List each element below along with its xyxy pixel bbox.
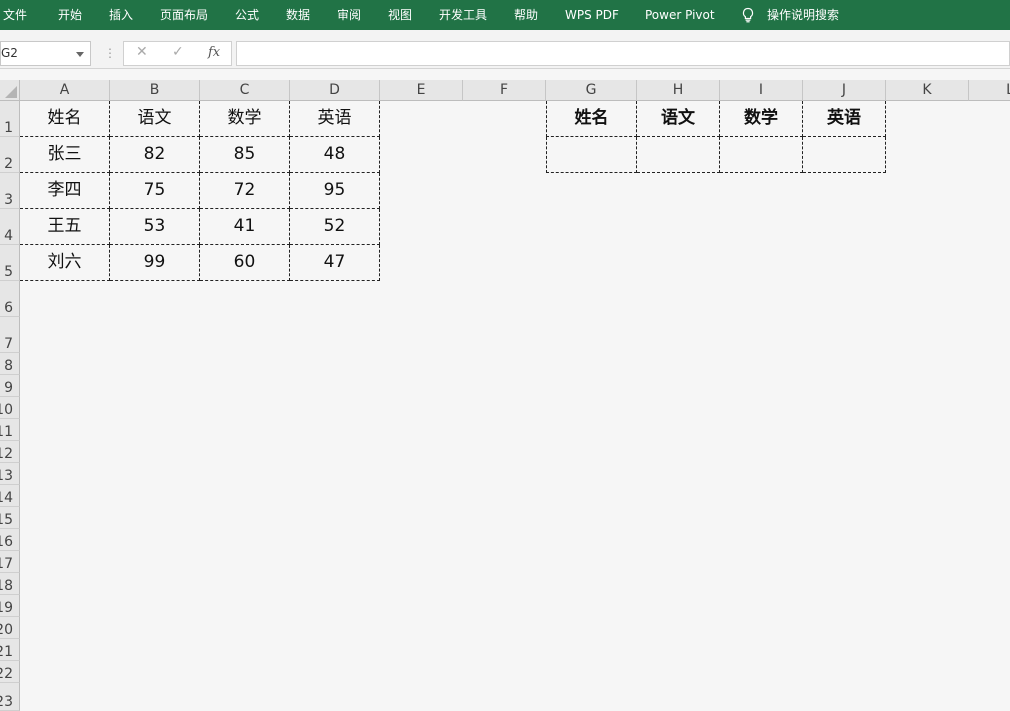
tab-home[interactable]: 开始 — [58, 0, 82, 30]
cell-c3[interactable]: 72 — [200, 173, 290, 209]
cell-g1[interactable]: 姓名 — [546, 101, 637, 137]
tab-wps-pdf[interactable]: WPS PDF — [565, 0, 619, 30]
row-header-8[interactable]: 8 — [0, 353, 20, 375]
cell-h1[interactable]: 语文 — [637, 101, 720, 137]
column-header-d[interactable]: D — [290, 80, 380, 101]
cell-j2[interactable] — [803, 137, 886, 173]
cell-a3[interactable]: 李四 — [20, 173, 110, 209]
cell-a4[interactable]: 王五 — [20, 209, 110, 245]
row-header-3[interactable]: 3 — [0, 173, 20, 209]
cell-h2[interactable] — [637, 137, 720, 173]
row-header-4[interactable]: 4 — [0, 209, 20, 245]
tab-insert[interactable]: 插入 — [109, 0, 133, 30]
tab-page-layout[interactable]: 页面布局 — [160, 0, 208, 30]
cell-i1[interactable]: 数学 — [720, 101, 803, 137]
row-header-11[interactable]: 11 — [0, 419, 20, 441]
cell-a1[interactable]: 姓名 — [20, 101, 110, 137]
column-header-i[interactable]: I — [720, 80, 803, 101]
cell-c4[interactable]: 41 — [200, 209, 290, 245]
row-header-17[interactable]: 17 — [0, 551, 20, 573]
column-header-h[interactable]: H — [637, 80, 720, 101]
row-header-23[interactable]: 23 — [0, 683, 20, 711]
row-header-7[interactable]: 7 — [0, 317, 20, 353]
cell-d1[interactable]: 英语 — [290, 101, 380, 137]
tab-formulas[interactable]: 公式 — [235, 0, 259, 30]
cell-b1[interactable]: 语文 — [110, 101, 200, 137]
cell-b5[interactable]: 99 — [110, 245, 200, 281]
row-header-6[interactable]: 6 — [0, 281, 20, 317]
formula-bar: G2 ⋮ ✕ ✓ fx — [0, 40, 1010, 69]
cell-d2[interactable]: 48 — [290, 137, 380, 173]
column-header-l[interactable]: L — [969, 80, 1010, 101]
tab-data[interactable]: 数据 — [286, 0, 310, 30]
row-header-5[interactable]: 5 — [0, 245, 20, 281]
tab-file[interactable]: 文件 — [3, 0, 27, 30]
cell-a5[interactable]: 刘六 — [20, 245, 110, 281]
name-box-value: G2 — [1, 46, 18, 60]
cell-d5[interactable]: 47 — [290, 245, 380, 281]
cancel-icon[interactable]: ✕ — [136, 44, 148, 60]
cell-c5[interactable]: 60 — [200, 245, 290, 281]
column-header-a[interactable]: A — [20, 80, 110, 101]
select-all-triangle-icon — [5, 86, 17, 98]
tab-help[interactable]: 帮助 — [514, 0, 538, 30]
cell-c1[interactable]: 数学 — [200, 101, 290, 137]
row-header-9[interactable]: 9 — [0, 375, 20, 397]
column-header-f[interactable]: F — [463, 80, 546, 101]
tab-power-pivot[interactable]: Power Pivot — [645, 0, 715, 30]
row-header-2[interactable]: 2 — [0, 137, 20, 173]
column-header-b[interactable]: B — [110, 80, 200, 101]
cell-b2[interactable]: 82 — [110, 137, 200, 173]
drag-handle-icon[interactable]: ⋮ — [104, 46, 116, 60]
row-header-10[interactable]: 10 — [0, 397, 20, 419]
column-header-j[interactable]: J — [803, 80, 886, 101]
enter-check-icon[interactable]: ✓ — [172, 44, 184, 60]
ribbon-collapsed-area — [0, 30, 1010, 40]
cell-b3[interactable]: 75 — [110, 173, 200, 209]
row-header-14[interactable]: 14 — [0, 485, 20, 507]
cell-d4[interactable]: 52 — [290, 209, 380, 245]
tell-me-search[interactable]: 操作说明搜索 — [767, 0, 839, 30]
row-header-13[interactable]: 13 — [0, 463, 20, 485]
row-header-15[interactable]: 15 — [0, 507, 20, 529]
row-header-16[interactable]: 16 — [0, 529, 20, 551]
column-header-c[interactable]: C — [200, 80, 290, 101]
row-header-21[interactable]: 21 — [0, 639, 20, 661]
formula-buttons: ✕ ✓ fx — [123, 41, 232, 66]
lightbulb-icon — [742, 7, 754, 23]
column-header-e[interactable]: E — [380, 80, 463, 101]
row-header-18[interactable]: 18 — [0, 573, 20, 595]
row-header-1[interactable]: 1 — [0, 101, 20, 137]
row-header-19[interactable]: 19 — [0, 595, 20, 617]
tab-developer[interactable]: 开发工具 — [439, 0, 487, 30]
formula-input[interactable] — [236, 41, 1010, 66]
row-header-12[interactable]: 12 — [0, 441, 20, 463]
cell-j1[interactable]: 英语 — [803, 101, 886, 137]
insert-function-icon[interactable]: fx — [208, 45, 220, 60]
cell-a2[interactable]: 张三 — [20, 137, 110, 173]
row-header-22[interactable]: 22 — [0, 661, 20, 683]
name-box[interactable]: G2 — [0, 41, 91, 66]
column-header-k[interactable]: K — [886, 80, 969, 101]
tab-review[interactable]: 审阅 — [337, 0, 361, 30]
row-header-20[interactable]: 20 — [0, 617, 20, 639]
cell-b4[interactable]: 53 — [110, 209, 200, 245]
tab-view[interactable]: 视图 — [388, 0, 412, 30]
column-header-g[interactable]: G — [546, 80, 637, 101]
chevron-down-icon[interactable] — [76, 52, 84, 57]
cell-i2[interactable] — [720, 137, 803, 173]
cell-g2[interactable] — [546, 137, 637, 173]
ribbon-tab-bar: 文件 开始 插入 页面布局 公式 数据 审阅 视图 开发工具 帮助 WPS PD… — [0, 0, 1010, 30]
select-all-button[interactable] — [0, 80, 20, 101]
cell-d3[interactable]: 95 — [290, 173, 380, 209]
cell-c2[interactable]: 85 — [200, 137, 290, 173]
